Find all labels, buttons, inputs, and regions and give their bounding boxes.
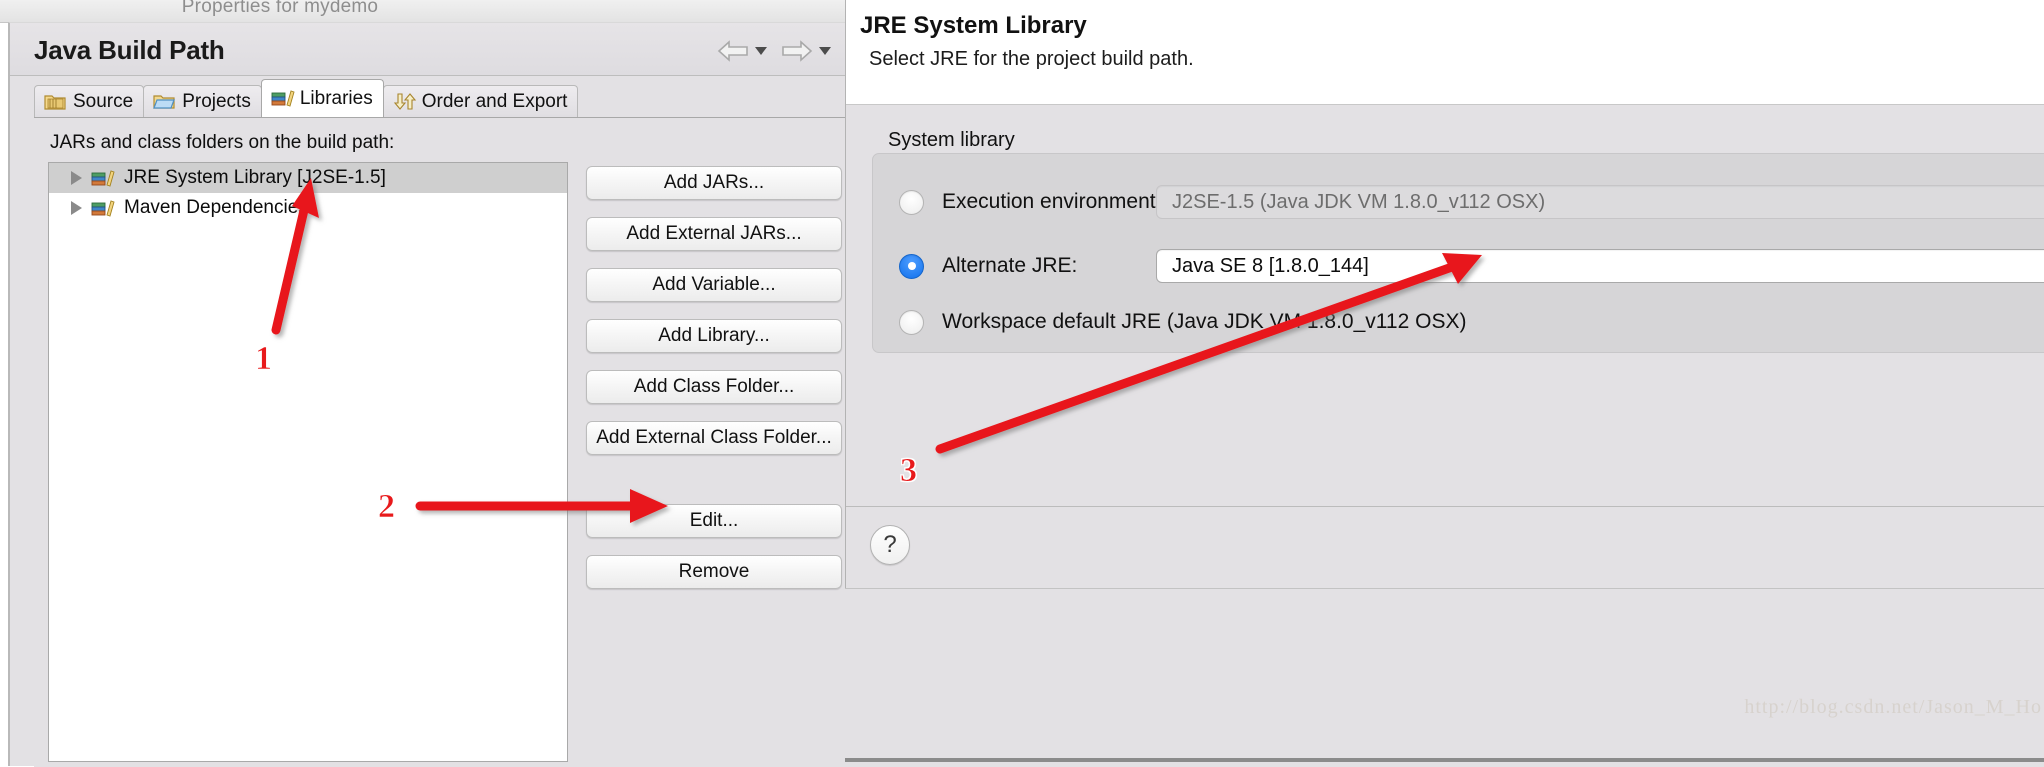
build-path-tree[interactable]: JRE System Library [J2SE-1.5] Maven Depe… <box>48 162 568 762</box>
tree-item-label: JRE System Library [J2SE-1.5] <box>124 167 386 188</box>
annotation-number-1: 1 <box>255 340 273 378</box>
tree-item-label: Maven Dependencies <box>124 197 308 218</box>
option-workspace-default-jre-label: Workspace default JRE (Java JDK VM 1.8.0… <box>942 310 1467 333</box>
remove-button[interactable]: Remove <box>586 555 842 589</box>
properties-window-title: Properties for mydemo <box>181 0 379 17</box>
tab-order-and-export[interactable]: Order and Export <box>382 85 579 117</box>
annotation-number-3: 3 <box>900 452 918 490</box>
tab-source[interactable]: Source <box>34 85 145 117</box>
option-workspace-default-jre[interactable]: Workspace default JRE (Java JDK VM 1.8.0… <box>873 302 2044 342</box>
alternate-jre-select[interactable]: Java SE 8 [1.8.0_144] <box>1156 249 2044 283</box>
bottom-border-line <box>845 758 2044 762</box>
add-external-class-folder-button[interactable]: Add External Class Folder... <box>586 421 842 455</box>
option-alternate-jre[interactable]: Alternate JRE: Java SE 8 [1.8.0_144] <box>873 246 2044 286</box>
question-mark-icon[interactable]: ? <box>870 525 910 565</box>
add-jars-button[interactable]: Add JARs... <box>586 166 842 200</box>
forward-dropdown-caret-icon[interactable] <box>819 47 831 55</box>
option-alternate-jre-label: Alternate JRE: <box>942 254 1078 277</box>
source-folder-icon <box>44 92 66 111</box>
tree-item-jre-system-library[interactable]: JRE System Library [J2SE-1.5] <box>49 163 567 193</box>
radio-execution-environment[interactable] <box>899 189 924 215</box>
screenshot-root: Properties for mydemo Java Build Path So… <box>0 0 2044 767</box>
jars-and-class-folders-label: JARs and class folders on the build path… <box>50 132 395 153</box>
add-variable-button[interactable]: Add Variable... <box>586 268 842 302</box>
library-books-icon <box>91 169 115 188</box>
execution-environment-select[interactable]: J2SE-1.5 (Java JDK VM 1.8.0_v112 OSX) <box>1156 185 2044 219</box>
back-dropdown-caret-icon[interactable] <box>755 47 767 55</box>
order-export-arrows-icon <box>393 92 416 111</box>
jre-system-library-dialog: JRE System Library Select JRE for the pr… <box>845 0 2044 588</box>
library-books-icon <box>91 199 115 218</box>
tab-libraries[interactable]: Libraries <box>260 79 384 117</box>
jre-dialog-title: JRE System Library <box>860 12 1087 39</box>
collapsed-triangle-icon[interactable] <box>71 171 82 185</box>
tab-source-label: Source <box>73 90 134 112</box>
dialog-bottom-strip: http://blog.csdn.net/Jason_M_Ho <box>845 588 2044 767</box>
collapsed-triangle-icon[interactable] <box>71 201 82 215</box>
tab-order-and-export-label: Order and Export <box>421 90 568 112</box>
back-arrow-icon[interactable] <box>716 39 750 63</box>
tab-strip: Source Projects Libraries Order and Expo… <box>34 79 579 117</box>
watermark-text: http://blog.csdn.net/Jason_M_Ho <box>1744 696 2042 718</box>
option-execution-environment[interactable]: Execution environment: J2SE-1.5 (Java JD… <box>873 182 2044 222</box>
edit-button[interactable]: Edit... <box>586 504 842 538</box>
jre-dialog-header: JRE System Library Select JRE for the pr… <box>846 0 2044 105</box>
radio-workspace-default-jre[interactable] <box>899 309 924 335</box>
radio-alternate-jre[interactable] <box>899 253 924 279</box>
tab-projects[interactable]: Projects <box>143 85 262 117</box>
system-library-group: Execution environment: J2SE-1.5 (Java JD… <box>872 153 2044 353</box>
build-path-action-buttons: Add JARs... Add External JARs... Add Var… <box>586 166 848 589</box>
add-library-button[interactable]: Add Library... <box>586 319 842 353</box>
tab-projects-label: Projects <box>182 90 251 112</box>
jre-dialog-footer: ? <box>846 506 2044 588</box>
annotation-number-2: 2 <box>378 488 396 526</box>
libraries-books-icon <box>271 89 295 108</box>
add-class-folder-button[interactable]: Add Class Folder... <box>586 370 842 404</box>
option-execution-environment-label: Execution environment: <box>942 190 1162 213</box>
tree-item-maven-dependencies[interactable]: Maven Dependencies <box>49 193 567 223</box>
system-library-group-label: System library <box>888 129 1015 151</box>
projects-folder-icon <box>153 92 176 111</box>
forward-arrow-icon[interactable] <box>780 39 814 63</box>
jre-dialog-subtitle: Select JRE for the project build path. <box>869 48 1194 70</box>
page-title: Java Build Path <box>34 35 225 65</box>
jre-dialog-body: System library Execution environment: J2… <box>846 105 2044 505</box>
tab-libraries-label: Libraries <box>299 87 373 109</box>
add-external-jars-button[interactable]: Add External JARs... <box>586 217 842 251</box>
